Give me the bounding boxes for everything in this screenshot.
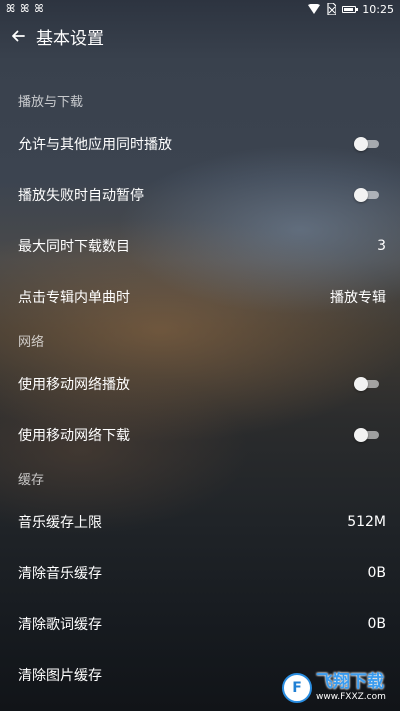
back-arrow-icon[interactable] [10,28,26,44]
toggle-switch[interactable] [354,136,380,151]
status-bar: ꕤ ꕤ ꕤ 10:25 [0,0,400,18]
setting-value: 播放专辑 [330,289,386,306]
setting-value: 0B [367,615,386,632]
setting-label: 播放失败时自动暂停 [18,187,144,204]
status-time: 10:25 [362,2,394,16]
setting-allow-concurrent-play[interactable]: 允许与其他应用同时播放 [0,118,400,169]
watermark-url: www.FXXZ.com [316,692,386,702]
setting-label: 最大同时下载数目 [18,238,130,255]
app-notification-icon: ꕤ [6,2,17,15]
setting-label: 使用移动网络下载 [18,427,130,444]
setting-label: 清除歌词缓存 [18,616,102,633]
setting-album-track-click[interactable]: 点击专辑内单曲时 播放专辑 [0,271,400,322]
toggle-switch[interactable] [354,427,380,442]
app-notification-icon: ꕤ [34,2,45,15]
setting-clear-lyrics-cache[interactable]: 清除歌词缓存 0B [0,598,400,649]
setting-label: 清除图片缓存 [18,667,102,684]
section-header-network: 网络 [18,334,45,350]
setting-label: 允许与其他应用同时播放 [18,136,172,153]
setting-value: 512M [347,513,386,530]
notification-icons: ꕤ ꕤ ꕤ [6,2,44,16]
watermark: F 飞翔下载 www.FXXZ.com [282,668,394,708]
setting-music-cache-limit[interactable]: 音乐缓存上限 512M [0,496,400,547]
section-header-cache: 缓存 [18,472,45,488]
setting-mobile-download[interactable]: 使用移动网络下载 [0,409,400,460]
wifi-icon [308,4,321,14]
settings-list: 播放与下载 允许与其他应用同时播放 播放失败时自动暂停 最大同时下载数目 3 点… [0,82,400,700]
no-sim-icon [327,3,337,15]
setting-auto-pause-on-fail[interactable]: 播放失败时自动暂停 [0,169,400,220]
setting-label: 清除音乐缓存 [18,565,102,582]
section-header-playback: 播放与下载 [18,94,84,110]
setting-label: 使用移动网络播放 [18,376,130,393]
setting-value: 0B [367,564,386,581]
setting-label: 点击专辑内单曲时 [18,289,130,306]
watermark-text: 飞翔下载 [316,672,384,692]
setting-mobile-play[interactable]: 使用移动网络播放 [0,358,400,409]
app-bar: 基本设置 [0,18,400,54]
toggle-switch[interactable] [354,187,380,202]
page-title: 基本设置 [36,28,104,49]
setting-value: 3 [377,237,386,254]
watermark-logo-icon: F [282,673,312,703]
battery-icon [342,5,359,13]
setting-clear-music-cache[interactable]: 清除音乐缓存 0B [0,547,400,598]
setting-label: 音乐缓存上限 [18,514,102,531]
toggle-switch[interactable] [354,376,380,391]
setting-max-downloads[interactable]: 最大同时下载数目 3 [0,220,400,271]
app-notification-icon: ꕤ [20,2,31,15]
